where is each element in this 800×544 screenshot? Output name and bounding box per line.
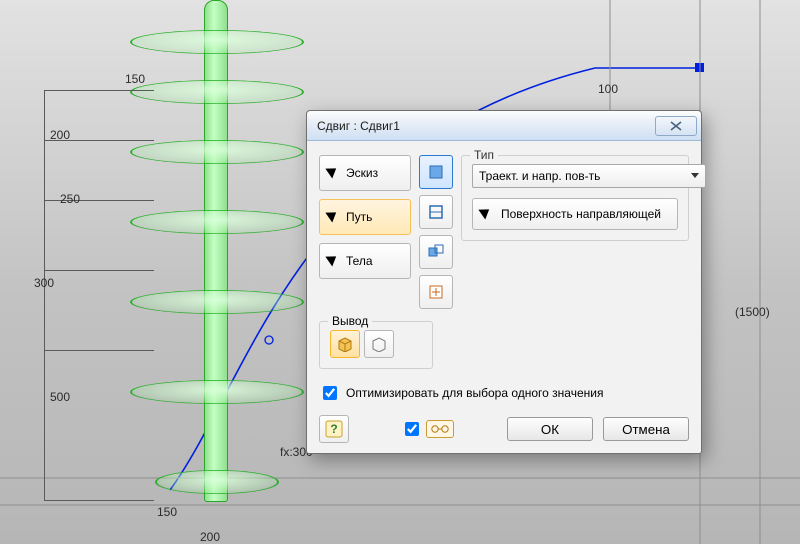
- dimension-label: 150: [157, 505, 177, 519]
- optimize-checkbox-row[interactable]: Оптимизировать для выбора одного значени…: [319, 383, 689, 403]
- guide-surface-label: Поверхность направляющей: [501, 207, 661, 221]
- close-icon: [670, 121, 682, 131]
- pick-path-button[interactable]: Путь: [319, 199, 411, 235]
- optimize-label: Оптимизировать для выбора одного значени…: [346, 386, 603, 400]
- helix-flight: [155, 470, 279, 494]
- mode-newsolid-button[interactable]: [419, 275, 453, 309]
- sweep-type-combo[interactable]: Траект. и напр. пов-ть: [472, 164, 706, 188]
- dimension-label: 500: [50, 390, 70, 404]
- dimension-label: 150: [125, 72, 145, 86]
- dimension-stack-left: [30, 40, 160, 510]
- help-button[interactable]: ?: [319, 415, 349, 443]
- dimension-label: 100: [598, 82, 618, 96]
- sweep-dialog: Сдвиг : Сдвиг1 Эскиз Путь: [306, 110, 702, 454]
- cad-viewport[interactable]: 150 200 250 300 500 150 200 fx:300 100 (…: [0, 0, 800, 544]
- ok-button[interactable]: ОК: [507, 417, 593, 441]
- output-solid-button[interactable]: [330, 330, 360, 358]
- sweep-type-value: Траект. и напр. пов-ть: [479, 169, 600, 183]
- cursor-icon: [328, 165, 340, 181]
- svg-text:?: ?: [330, 422, 337, 436]
- dimension-label: 300: [34, 276, 54, 290]
- surface-icon: [370, 336, 388, 352]
- output-group: Вывод: [319, 321, 433, 369]
- operation-mode-column: [419, 155, 453, 309]
- dialog-titlebar[interactable]: Сдвиг : Сдвиг1: [307, 111, 701, 141]
- help-icon: ?: [325, 420, 343, 438]
- dialog-button-row: ? ОК Отмена: [319, 415, 689, 443]
- mode-cut-button[interactable]: [419, 195, 453, 229]
- output-surface-button[interactable]: [364, 330, 394, 358]
- dimension-label: 200: [200, 530, 220, 544]
- newsolid-icon: [427, 283, 445, 301]
- mode-join-button[interactable]: [419, 155, 453, 189]
- dimension-label: (1500): [735, 305, 770, 319]
- cursor-icon: [328, 253, 340, 269]
- mode-intersect-button[interactable]: [419, 235, 453, 269]
- intersect-icon: [427, 243, 445, 261]
- pick-sketch-button[interactable]: Эскиз: [319, 155, 411, 191]
- glasses-icon: [430, 424, 450, 434]
- cancel-button[interactable]: Отмена: [603, 417, 689, 441]
- pick-bodies-label: Тела: [346, 254, 373, 268]
- pick-bodies-button[interactable]: Тела: [319, 243, 411, 279]
- guide-surface-button[interactable]: Поверхность направляющей: [472, 198, 678, 230]
- output-legend: Вывод: [328, 314, 372, 328]
- dimension-label: 200: [50, 128, 70, 142]
- auger-shaft: [204, 0, 228, 502]
- preview-toggles: [401, 419, 454, 439]
- type-legend: Тип: [470, 148, 498, 162]
- preview-checkbox[interactable]: [405, 422, 419, 436]
- auger-model: [150, 0, 280, 510]
- close-button[interactable]: [655, 116, 697, 136]
- cut-icon: [427, 203, 445, 221]
- optimize-checkbox[interactable]: [323, 386, 337, 400]
- join-icon: [427, 163, 445, 181]
- cursor-icon: [328, 209, 340, 225]
- dimension-label: 250: [60, 192, 80, 206]
- cursor-icon: [481, 206, 493, 222]
- type-group: Тип Траект. и напр. пов-ть Поверхность н…: [461, 155, 689, 241]
- preview-glasses-button[interactable]: [426, 420, 454, 438]
- solid-icon: [336, 336, 354, 352]
- dialog-title: Сдвиг : Сдвиг1: [317, 119, 655, 133]
- pick-sketch-label: Эскиз: [346, 166, 378, 180]
- pick-path-label: Путь: [346, 210, 372, 224]
- selection-pickers: Эскиз Путь Тела: [319, 155, 411, 279]
